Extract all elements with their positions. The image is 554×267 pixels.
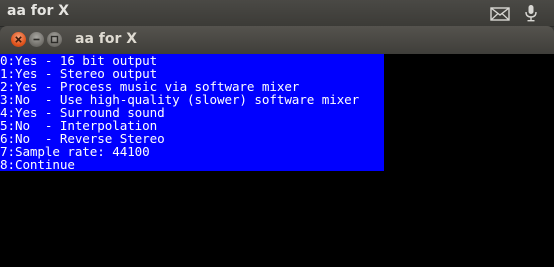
top-panel: aa for X: [0, 0, 554, 27]
close-button[interactable]: [11, 32, 26, 47]
menu-option-8[interactable]: 8:Continue: [0, 158, 359, 171]
close-icon: [15, 36, 22, 43]
mail-icon[interactable]: [490, 6, 510, 21]
app-title: aa for X: [7, 3, 70, 19]
window-title: aa for X: [75, 31, 138, 47]
window-titlebar[interactable]: aa for X: [0, 26, 554, 54]
maximize-button[interactable]: [47, 32, 62, 47]
maximize-icon: [50, 35, 59, 44]
microphone-icon[interactable]: [524, 4, 538, 22]
option-menu: 0:Yes - 16 bit output 1:Yes - Stereo out…: [0, 54, 359, 171]
terminal-area[interactable]: 0:Yes - 16 bit output 1:Yes - Stereo out…: [0, 54, 554, 267]
minimize-icon: [33, 38, 40, 41]
minimize-button[interactable]: [29, 32, 44, 47]
